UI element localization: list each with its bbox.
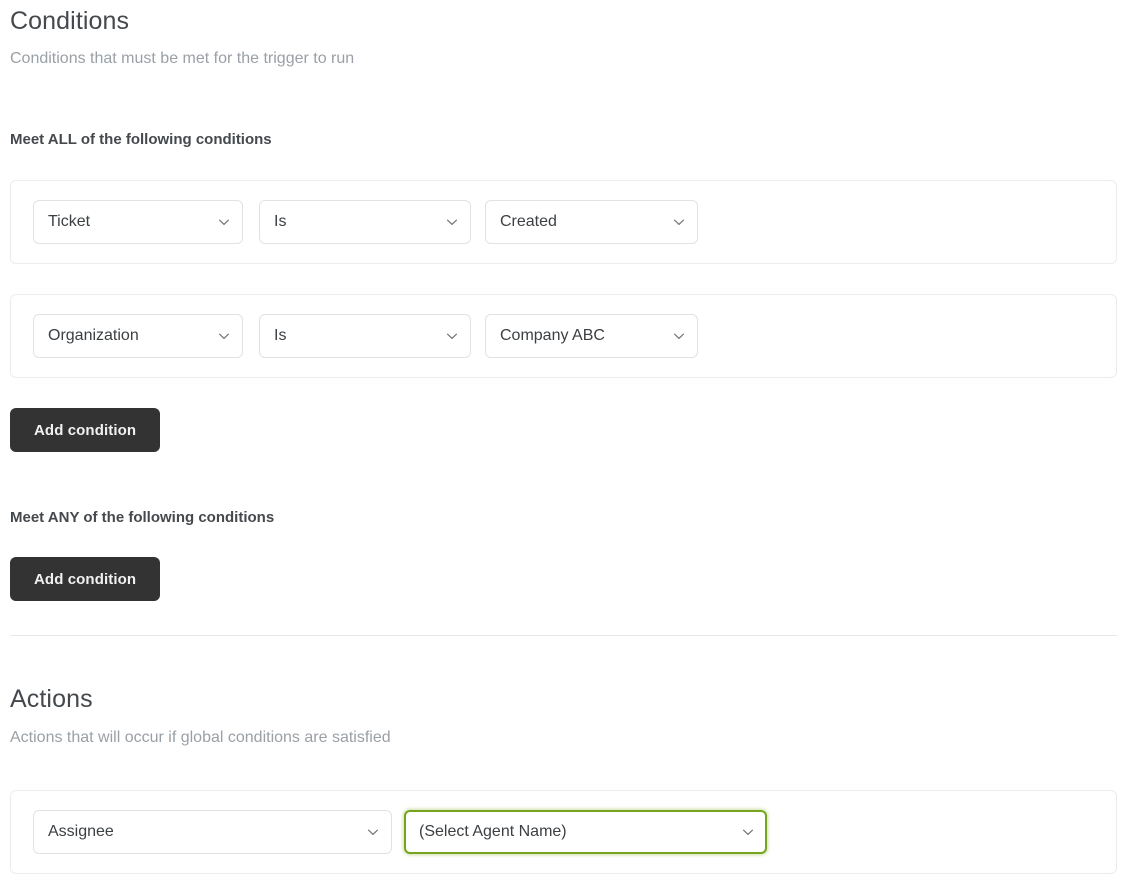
action-value-value: (Select Agent Name) — [419, 823, 567, 840]
add-condition-all-button[interactable]: Add condition — [10, 408, 161, 452]
chevron-down-icon — [216, 214, 232, 230]
chevron-down-icon — [365, 824, 381, 840]
action-row: Assignee (Select Agent Name) — [10, 790, 1117, 874]
meet-any-group-label: Meet ANY of the following conditions — [10, 509, 275, 526]
condition-value-value: Created — [500, 213, 557, 230]
condition-operator-value: Is — [274, 327, 287, 344]
add-condition-any-button[interactable]: Add condition — [10, 557, 161, 601]
condition-operator-value: Is — [274, 213, 287, 230]
condition-field-value: Ticket — [48, 213, 91, 230]
condition-value-select[interactable]: Created — [485, 200, 698, 244]
chevron-down-icon — [671, 214, 687, 230]
chevron-down-icon — [444, 214, 460, 230]
chevron-down-icon — [216, 328, 232, 344]
action-field-value: Assignee — [48, 823, 114, 840]
action-field-select[interactable]: Assignee — [33, 810, 392, 854]
condition-value-select[interactable]: Company ABC — [485, 314, 698, 358]
conditions-subtitle: Conditions that must be met for the trig… — [10, 50, 355, 67]
condition-row: Organization Is Company ABC — [10, 294, 1117, 378]
condition-value-value: Company ABC — [500, 327, 605, 344]
actions-subtitle: Actions that will occur if global condit… — [10, 729, 391, 746]
section-divider — [10, 635, 1117, 636]
trigger-editor-page: Conditions Conditions that must be met f… — [0, 0, 1126, 890]
condition-row: Ticket Is Created — [10, 180, 1117, 264]
chevron-down-icon — [444, 328, 460, 344]
chevron-down-icon — [671, 328, 687, 344]
chevron-down-icon — [740, 824, 756, 840]
condition-field-value: Organization — [48, 327, 139, 344]
condition-field-select[interactable]: Organization — [33, 314, 243, 358]
condition-field-select[interactable]: Ticket — [33, 200, 243, 244]
condition-operator-select[interactable]: Is — [259, 314, 471, 358]
condition-operator-select[interactable]: Is — [259, 200, 471, 244]
conditions-title: Conditions — [10, 7, 130, 35]
action-value-select[interactable]: (Select Agent Name) — [404, 810, 767, 854]
actions-title: Actions — [10, 685, 93, 713]
meet-all-group-label: Meet ALL of the following conditions — [10, 131, 272, 148]
